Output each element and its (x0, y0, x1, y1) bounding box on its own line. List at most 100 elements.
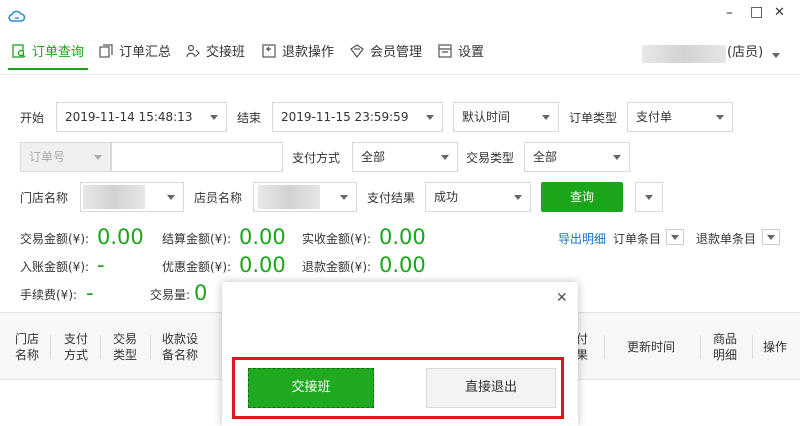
trade-type-label: 交易类型 (466, 151, 515, 165)
tab-order-search[interactable]: 订单查询 (12, 44, 84, 64)
clerk-name-redacted (258, 185, 320, 209)
chevron-down-icon (613, 155, 621, 160)
handover-button[interactable]: 交接班 (248, 368, 374, 408)
pay-method-label: 支付方式 (292, 151, 341, 165)
refund-amount-value: 0.00 (379, 253, 426, 277)
column-header-store: 门店 名称 (14, 332, 39, 362)
tab-member[interactable]: 会员管理 (350, 44, 422, 64)
column-divider (700, 335, 701, 359)
store-label: 门店名称 (20, 191, 69, 205)
user-role[interactable]: (店员) (727, 44, 763, 64)
dialog-close-button[interactable]: ✕ (556, 290, 568, 306)
clerk-label: 店员名称 (194, 191, 243, 205)
minimize-button[interactable]: – (726, 5, 733, 21)
received-amount-value: 0.00 (379, 225, 426, 249)
store-name-redacted (83, 185, 145, 209)
order-number-type-value: 订单号 (29, 150, 66, 164)
refund-items-dropdown[interactable] (762, 229, 780, 245)
close-window-button[interactable]: ✕ (774, 5, 785, 20)
discount-amount-label: 优惠金额(¥): (162, 260, 232, 274)
chevron-down-icon (167, 195, 175, 200)
clerk-select[interactable] (253, 182, 357, 212)
tab-shift-handover[interactable]: 交接班 (186, 44, 245, 64)
trade-count-label: 交易量: (150, 288, 191, 302)
user-menu-chevron-icon[interactable] (772, 53, 780, 58)
exit-directly-button[interactable]: 直接退出 (426, 368, 556, 408)
column-divider (150, 335, 151, 359)
start-label: 开始 (20, 111, 45, 125)
pay-result-label: 支付结果 (367, 191, 416, 205)
column-divider (100, 335, 101, 359)
start-datetime-picker[interactable]: 2019-11-14 15:48:13 (56, 102, 227, 132)
column-divider (752, 335, 753, 359)
received-amount-label: 实收金额(¥): (302, 232, 372, 246)
main-nav: 订单查询 订单汇总 交接班 退款操作 会员管理 设置 (店员) (0, 36, 800, 70)
member-icon (350, 44, 364, 58)
order-type-label: 订单类型 (569, 111, 618, 125)
export-detail-link[interactable]: 导出明细 (558, 230, 606, 247)
order-summary-icon (99, 44, 113, 58)
order-type-select[interactable]: 支付单 (627, 102, 733, 132)
column-header-trade-type: 交易 类型 (112, 332, 137, 362)
tab-settings[interactable]: 设置 (438, 44, 484, 64)
column-header-device-name: 收款设 备名称 (161, 332, 198, 362)
tab-label: 会员管理 (370, 45, 423, 60)
chevron-down-icon (645, 195, 653, 200)
start-datetime-value: 2019-11-14 15:48:13 (65, 110, 193, 124)
column-divider (50, 335, 51, 359)
tab-label: 退款操作 (282, 45, 335, 60)
column-divider (604, 335, 605, 359)
trade-type-select[interactable]: 全部 (524, 142, 630, 172)
end-datetime-picker[interactable]: 2019-11-15 23:59:59 (272, 102, 443, 132)
user-name-redacted (642, 45, 726, 63)
trade-amount-label: 交易金额(¥): (20, 232, 90, 246)
chevron-down-icon (767, 235, 775, 240)
tab-label: 订单查询 (32, 45, 85, 60)
query-button[interactable]: 查询 (541, 182, 623, 212)
shift-handover-icon (186, 44, 200, 58)
pay-result-value: 成功 (434, 190, 459, 204)
more-filters-button[interactable] (635, 182, 663, 212)
order-number-type-select[interactable]: 订单号 (20, 142, 111, 172)
time-type-value: 默认时间 (462, 110, 511, 124)
pay-method-value: 全部 (361, 150, 386, 164)
time-type-select[interactable]: 默认时间 (453, 102, 559, 132)
tab-order-summary[interactable]: 订单汇总 (99, 44, 171, 64)
store-select[interactable] (80, 182, 184, 212)
order-items-dropdown[interactable] (666, 229, 684, 245)
refund-items-label: 退款单条目 (696, 232, 757, 246)
order-items-label: 订单条目 (613, 232, 662, 246)
active-tab-indicator (8, 68, 88, 70)
column-header-pay-result: 付 果 (576, 332, 589, 362)
pay-result-select[interactable]: 成功 (425, 182, 531, 212)
cloud-logo-icon (8, 10, 26, 22)
settle-amount-value: 0.00 (239, 225, 286, 249)
chevron-down-icon (716, 115, 724, 120)
tab-refund[interactable]: 退款操作 (262, 44, 334, 64)
column-header-update-time: 更新时间 (626, 340, 675, 354)
chevron-down-icon (210, 115, 218, 120)
order-search-icon (12, 44, 26, 58)
chevron-down-icon (340, 195, 348, 200)
fee-value: - (86, 281, 94, 305)
column-header-actions: 操作 (762, 340, 787, 354)
trade-type-value: 全部 (533, 150, 558, 164)
column-header-goods-detail: 商品 明细 (712, 332, 737, 362)
discount-amount-value: 0.00 (239, 253, 286, 277)
pay-method-select[interactable]: 全部 (352, 142, 458, 172)
end-datetime-value: 2019-11-15 23:59:59 (281, 110, 409, 124)
tab-label: 交接班 (206, 45, 246, 60)
trade-count-value: 0 (194, 281, 208, 305)
chevron-down-icon (441, 155, 449, 160)
settings-icon (438, 44, 452, 58)
title-bar: – □ ✕ (0, 0, 800, 30)
refund-amount-label: 退款金额(¥): (302, 260, 372, 274)
tab-label: 订单汇总 (119, 45, 172, 60)
chevron-down-icon (671, 235, 679, 240)
credited-amount-label: 入账金额(¥): (20, 260, 90, 274)
fee-label: 手续费(¥): (20, 288, 78, 302)
maximize-button[interactable]: □ (750, 4, 763, 20)
credited-amount-value: - (97, 253, 105, 277)
order-number-input[interactable] (111, 142, 283, 172)
nav-divider (0, 74, 800, 75)
